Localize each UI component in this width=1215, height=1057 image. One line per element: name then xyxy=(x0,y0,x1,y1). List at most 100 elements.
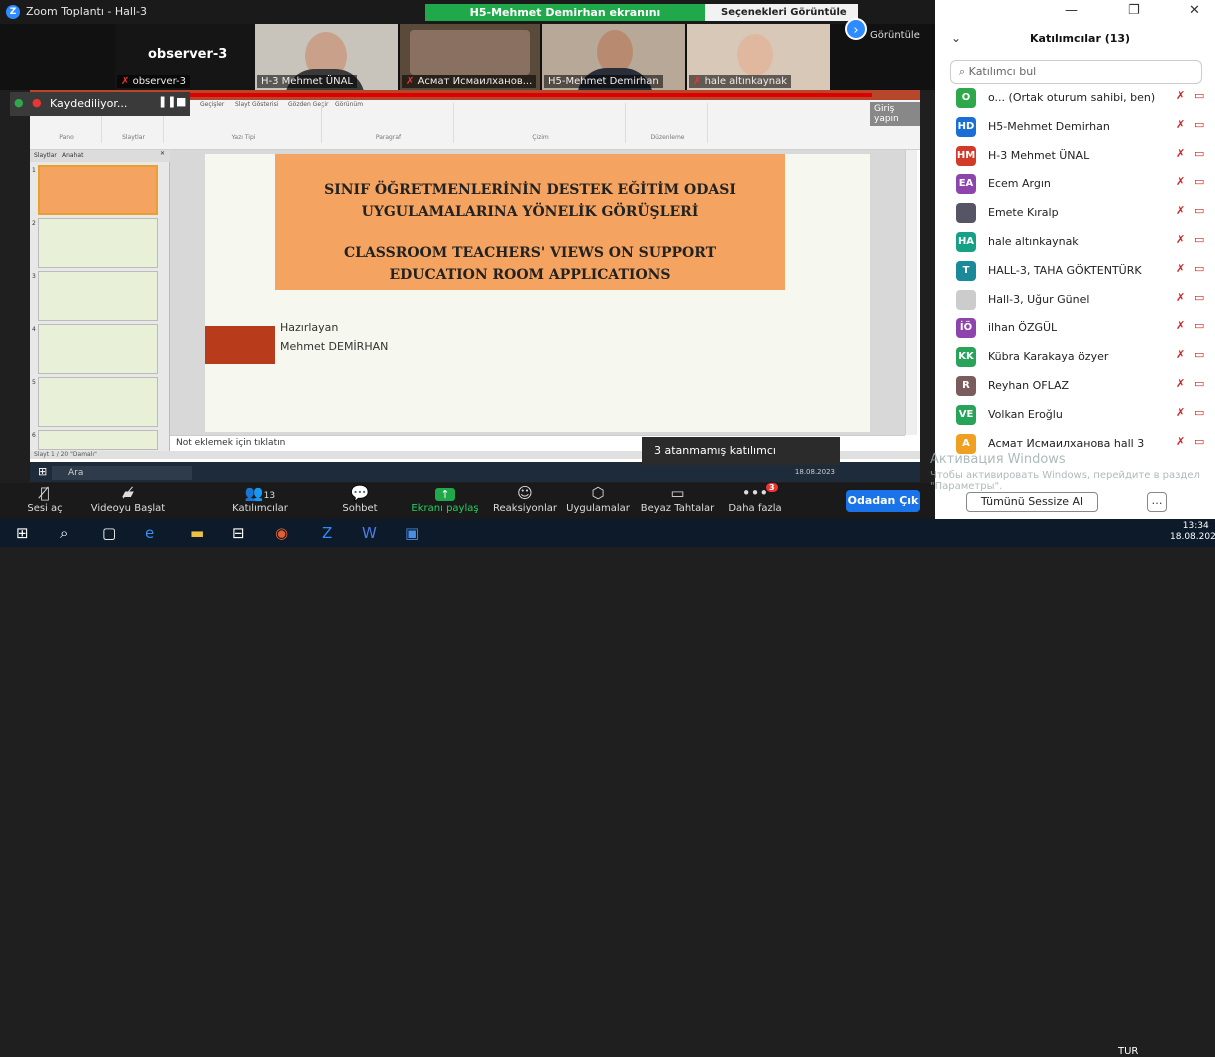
slide-thumb[interactable] xyxy=(38,165,158,215)
video-off-icon[interactable]: ▭ xyxy=(1194,291,1204,304)
slide-thumb[interactable] xyxy=(38,218,158,268)
apps-button[interactable]: ⬡ Uygulamalar xyxy=(563,483,633,519)
minimize-icon[interactable]: — xyxy=(1065,3,1078,18)
mic-muted-icon[interactable]: ✗ xyxy=(1176,147,1185,160)
search-icon: ⌕ xyxy=(959,65,966,78)
participant-row[interactable]: Hall-3, Uğur Günel ✗ ▭ xyxy=(950,288,1205,312)
slide-thumb[interactable] xyxy=(38,271,158,321)
chat-button[interactable]: 💬 Sohbet xyxy=(330,483,390,519)
slide-thumb[interactable] xyxy=(38,430,158,450)
leave-room-button[interactable]: Odadan Çık xyxy=(846,490,920,512)
vertical-scrollbar[interactable] xyxy=(905,150,917,435)
slide-thumb[interactable] xyxy=(38,324,158,374)
participant-row[interactable]: T HALL-3, TAHA GÖKTENTÜRK ✗ ▭ xyxy=(950,259,1205,283)
thumbnail-observer[interactable]: observer-3 ✗ observer-3 xyxy=(115,24,255,90)
mic-muted-icon[interactable]: ✗ xyxy=(1176,435,1185,448)
video-off-icon[interactable]: ▭ xyxy=(1194,348,1204,361)
stop-icon[interactable]: ■ xyxy=(176,95,186,108)
participant-row[interactable]: VE Volkan Eroğlu ✗ ▭ xyxy=(950,403,1205,427)
word-icon[interactable]: W xyxy=(362,524,377,542)
mic-muted-icon[interactable]: ✗ xyxy=(1176,406,1185,419)
search-placeholder: Katılımcı bul xyxy=(968,65,1037,78)
chevron-down-icon[interactable]: ⌄ xyxy=(951,31,961,45)
slide-thumb[interactable] xyxy=(38,377,158,427)
edge-icon[interactable]: e xyxy=(145,524,154,542)
windows-start-icon[interactable]: ⊞ xyxy=(16,524,29,542)
video-off-icon[interactable]: ▭ xyxy=(1194,377,1204,390)
video-off-icon[interactable]: ▭ xyxy=(1194,319,1204,332)
whiteboards-button[interactable]: ▭ Beyaz Tahtalar xyxy=(640,483,715,519)
unassigned-participants-popup[interactable]: 3 atanmamış katılımcı xyxy=(642,437,840,465)
mic-muted-icon[interactable]: ✗ xyxy=(1176,291,1185,304)
search-icon[interactable]: ⌕ xyxy=(60,524,68,542)
avatar: VE xyxy=(956,404,976,425)
system-clock[interactable]: 13:3418.08.2023 xyxy=(1170,521,1215,543)
restore-icon[interactable]: ❐ xyxy=(1128,3,1140,18)
video-off-icon[interactable]: ▭ xyxy=(1194,118,1204,131)
avatar: A xyxy=(956,433,976,454)
mic-muted-icon[interactable]: ✗ xyxy=(1176,377,1185,390)
video-off-icon[interactable]: ▭ xyxy=(1194,435,1204,448)
video-off-icon[interactable]: ▭ xyxy=(1194,233,1204,246)
participant-row[interactable]: İÖ ilhan ÖZGÜL ✗ ▭ xyxy=(950,316,1205,340)
slide-editor: SINIF ÖĞRETMENLERİNİN DESTEK EĞİTİM ODAS… xyxy=(170,150,905,435)
mute-all-button[interactable]: Tümünü Sessize Al xyxy=(966,492,1098,512)
mic-muted-icon[interactable]: ✗ xyxy=(1176,175,1185,188)
participant-row[interactable]: Oo... (Ortak oturum sahibi, ben) ✗ ▭ xyxy=(950,86,1205,110)
thumbnail-asmat[interactable]: ✗ Асмат Исмаилханов... xyxy=(400,24,540,90)
mic-muted-icon[interactable]: ✗ xyxy=(1176,89,1185,102)
app-icon[interactable]: ▣ xyxy=(405,524,419,542)
participant-row[interactable]: HD H5-Mehmet Demirhan ✗ ▭ xyxy=(950,115,1205,139)
video-off-icon[interactable]: ▭ xyxy=(1194,89,1204,102)
participant-row[interactable]: HA hale altınkaynak ✗ ▭ xyxy=(950,230,1205,254)
view-options-button[interactable]: Seçenekleri Görüntüle ⌄ xyxy=(705,4,858,35)
video-off-icon[interactable]: ▭ xyxy=(1194,175,1204,188)
tab-slides[interactable]: Slaytlar xyxy=(34,152,57,159)
thumbnail-mehmet-demirhan[interactable]: H5-Mehmet Demirhan xyxy=(542,24,685,90)
participant-name: H5-Mehmet Demirhan xyxy=(988,119,1110,133)
mic-muted-icon[interactable]: ✗ xyxy=(1176,204,1185,217)
language-indicator[interactable]: TUR xyxy=(1118,1046,1138,1057)
share-border-indicator xyxy=(162,93,872,97)
tab-outline[interactable]: Anahat xyxy=(62,152,83,159)
store-icon[interactable]: ⊟ xyxy=(232,524,245,542)
mic-muted-icon[interactable]: ✗ xyxy=(1176,319,1185,332)
avatar: HD xyxy=(956,116,976,137)
close-icon[interactable]: ✕ xyxy=(160,150,165,157)
task-view-icon[interactable]: ▢ xyxy=(102,524,116,542)
participant-name: H-3 Mehmet ÜNAL xyxy=(988,148,1090,162)
panel-more-button[interactable]: … xyxy=(1147,492,1167,512)
participants-button[interactable]: 👥13 Katılımcılar xyxy=(225,483,295,519)
mic-muted-icon[interactable]: ✗ xyxy=(1176,118,1185,131)
recording-indicator[interactable]: ● ● Kaydediliyor... ❚❚ ■ xyxy=(10,92,190,116)
start-video-button[interactable]: ▰̸ Videoyu Başlat xyxy=(88,483,168,519)
mic-muted-icon[interactable]: ✗ xyxy=(1176,233,1185,246)
participant-row[interactable]: R Reyhan OFLAZ ✗ ▭ xyxy=(950,374,1205,398)
mic-muted-icon[interactable]: ✗ xyxy=(1176,348,1185,361)
share-screen-button[interactable]: ↑ Ekranı paylaş xyxy=(405,483,485,519)
participant-row[interactable]: KK Kübra Karakaya özyer ✗ ▭ xyxy=(950,345,1205,369)
mic-muted-icon[interactable]: ✗ xyxy=(1176,262,1185,275)
participant-row[interactable]: Emete Kıralp ✗ ▭ xyxy=(950,201,1205,225)
thumbnail-mehmet-unal[interactable]: H-3 Mehmet ÜNAL xyxy=(255,24,398,90)
participant-search-input[interactable]: ⌕ Katılımcı bul xyxy=(950,60,1202,84)
participant-row[interactable]: HM H-3 Mehmet ÜNAL ✗ ▭ xyxy=(950,144,1205,168)
video-off-icon[interactable]: ▭ xyxy=(1194,262,1204,275)
participant-row[interactable]: EA Ecem Argın ✗ ▭ xyxy=(950,172,1205,196)
close-icon[interactable]: ✕ xyxy=(1189,3,1200,18)
next-thumbnails-button[interactable]: › xyxy=(845,18,867,40)
unmute-button[interactable]: 🎙̸ Sesi aç xyxy=(20,483,70,519)
sign-in-button[interactable]: Giriş yapın xyxy=(870,102,920,126)
zoom-icon[interactable]: Z xyxy=(322,524,332,542)
chrome-icon[interactable]: ◉ xyxy=(275,524,288,542)
reactions-button[interactable]: ☺ Reaksiyonlar xyxy=(490,483,560,519)
participant-name: Hall-3, Uğur Günel xyxy=(988,292,1090,306)
mic-off-icon: 🎙̸ xyxy=(40,484,50,502)
video-off-icon[interactable]: ▭ xyxy=(1194,147,1204,160)
current-slide[interactable]: SINIF ÖĞRETMENLERİNİN DESTEK EĞİTİM ODAS… xyxy=(205,154,870,432)
pause-icon[interactable]: ❚❚ xyxy=(158,95,176,108)
video-off-icon[interactable]: ▭ xyxy=(1194,204,1204,217)
thumbnail-hale[interactable]: ✗ hale altınkaynak xyxy=(687,24,830,90)
file-explorer-icon[interactable]: ▬ xyxy=(190,524,204,542)
video-off-icon[interactable]: ▭ xyxy=(1194,406,1204,419)
